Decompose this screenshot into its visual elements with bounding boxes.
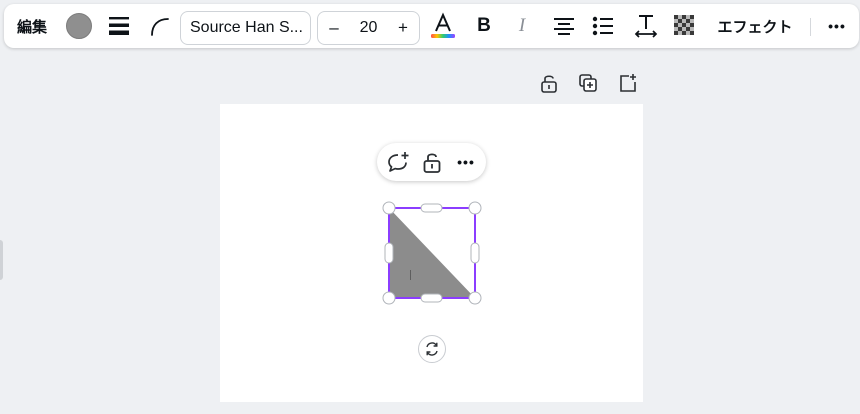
more-actions-button[interactable]: ••• (451, 143, 481, 181)
resize-handle-right[interactable] (470, 242, 480, 264)
rotate-icon (426, 342, 438, 356)
resize-handle-left[interactable] (384, 242, 394, 264)
resize-handle-bottom-left[interactable] (382, 291, 396, 305)
rotate-button[interactable] (418, 335, 446, 363)
resize-handle-top-left[interactable] (382, 201, 396, 215)
resize-handle-bottom[interactable] (420, 293, 443, 303)
add-comment-button[interactable] (383, 143, 413, 181)
resize-handle-bottom-right[interactable] (468, 291, 482, 305)
comment-add-icon (388, 152, 409, 172)
resize-handle-top-right[interactable] (468, 201, 482, 215)
triangle-shape[interactable] (389, 208, 475, 298)
unlock-icon (423, 153, 441, 173)
lock-element-button[interactable] (417, 143, 447, 181)
resize-handle-top[interactable] (420, 203, 443, 213)
element-context-menu: ••• (377, 143, 486, 181)
